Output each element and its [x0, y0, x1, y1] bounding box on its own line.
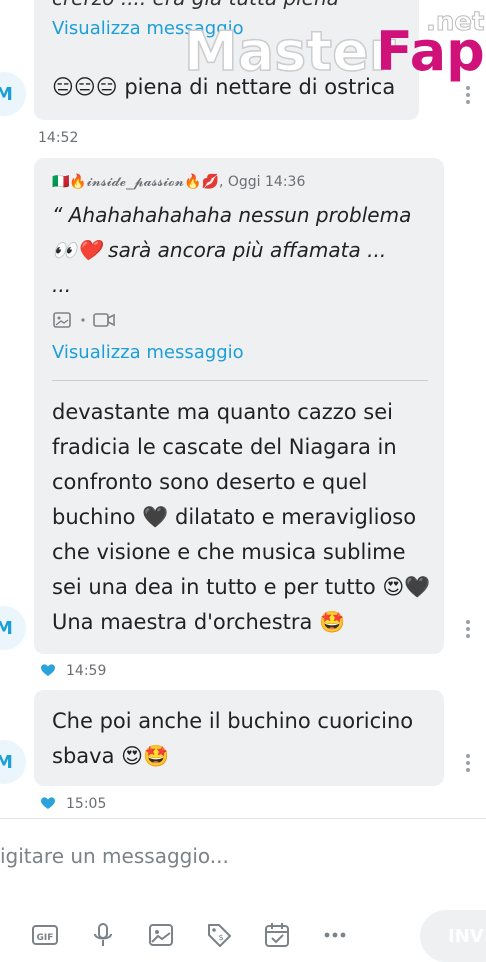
heart-icon: [41, 664, 55, 676]
message-text-2: devastante ma quanto cazzo sei fradicia …: [52, 400, 431, 634]
image-video-icons: [53, 312, 115, 328]
view-message-link-2[interactable]: Visualizza messaggio: [52, 342, 244, 363]
message-time-1: 14:52: [38, 130, 79, 146]
svg-text:Master: Master: [184, 20, 396, 83]
divider: [52, 380, 428, 381]
reply-header: 🇮🇹🔥𝓲𝓷𝓼𝓲𝓭𝓮_𝓹𝓪𝓼𝓼𝓲𝓸𝓷🔥💋, Oggi 14:36: [52, 174, 305, 190]
more-icon[interactable]: [320, 920, 350, 950]
watermark-logo: Master Fap .net: [180, 4, 486, 84]
tag-icon[interactable]: $: [204, 920, 234, 950]
avatar[interactable]: M: [0, 72, 26, 116]
send-button-label: INV: [448, 925, 484, 947]
microphone-icon[interactable]: [88, 920, 118, 950]
attachment-icons: [52, 310, 122, 330]
image-icon[interactable]: [146, 920, 176, 950]
reply-author: 🇮🇹🔥𝓲𝓷𝓼𝓲𝓭𝓮_𝓹𝓪𝓼𝓼𝓲𝓸𝓷🔥💋: [52, 174, 219, 190]
svg-text:GIF: GIF: [37, 933, 54, 943]
reply-time: , Oggi 14:36: [218, 174, 306, 190]
more-options-icon[interactable]: [466, 620, 470, 641]
calendar-check-icon[interactable]: [262, 920, 292, 950]
avatar[interactable]: M: [0, 740, 26, 784]
quoted-message: “ Ahahahahahaha nessun problema 👀❤️ sarà…: [52, 203, 412, 297]
heart-icon: [41, 797, 55, 809]
composer-divider: [0, 818, 486, 819]
avatar[interactable]: M: [0, 606, 26, 650]
svg-text:.net: .net: [426, 7, 484, 37]
more-options-icon[interactable]: [466, 754, 470, 775]
gif-icon[interactable]: GIF: [30, 920, 60, 950]
message-time-3: 15:05: [66, 796, 107, 812]
svg-text:$: $: [218, 933, 223, 942]
more-options-icon[interactable]: [466, 86, 470, 107]
message-text-3: Che poi anche il buchino cuoricino sbava…: [52, 709, 414, 768]
message-input[interactable]: igitare un messaggio...: [0, 844, 229, 868]
message-time-2: 14:59: [66, 663, 107, 679]
send-button[interactable]: INV: [420, 910, 486, 962]
